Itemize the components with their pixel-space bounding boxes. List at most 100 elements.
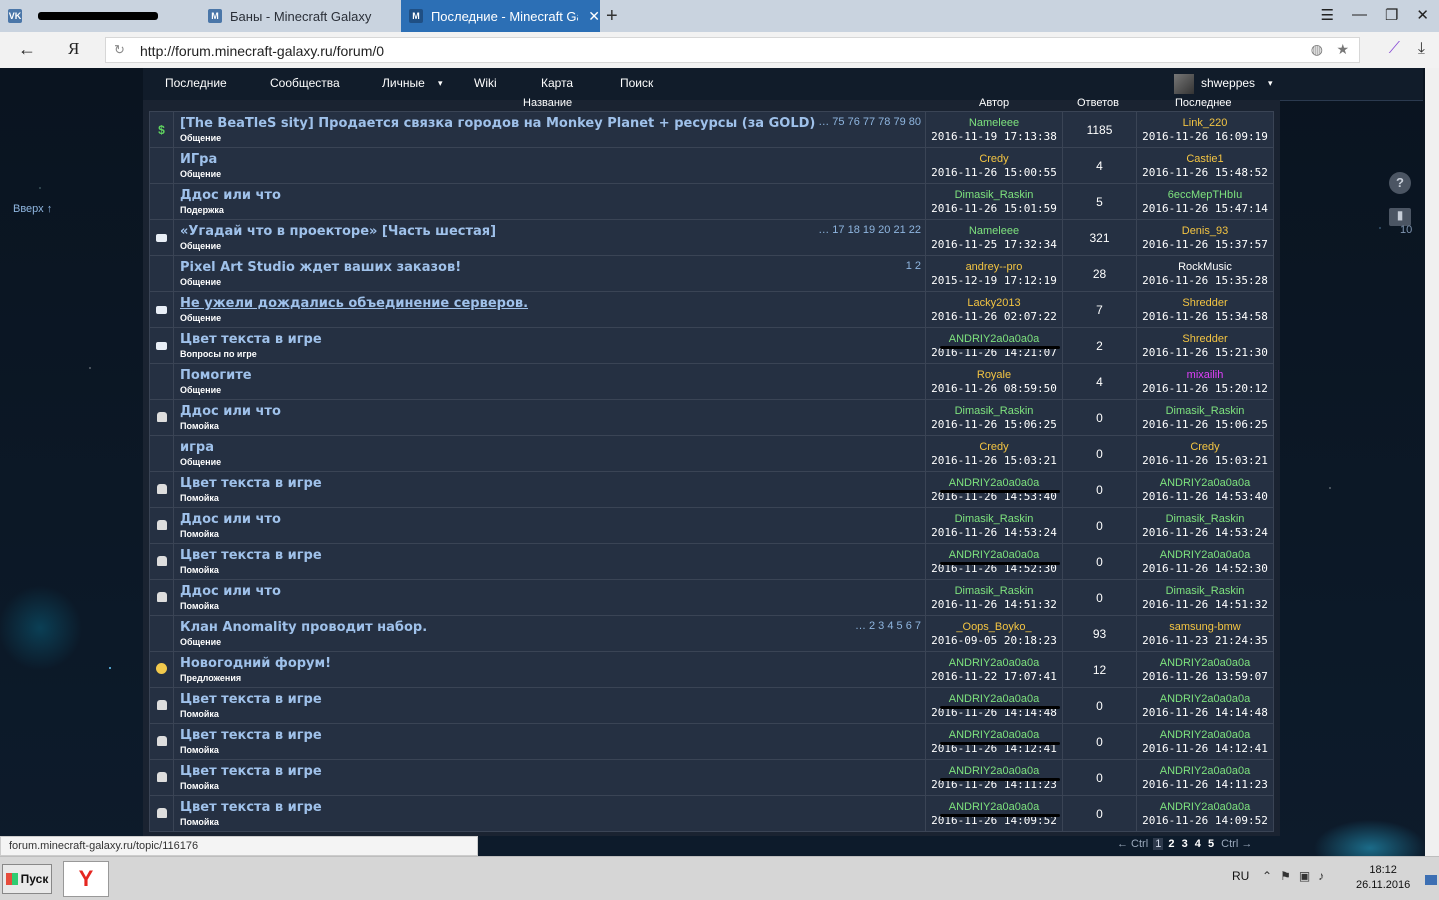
tab-recent[interactable]: M Последние - Minecraft Ga ✕ (401, 0, 600, 32)
last-post-time[interactable]: 2016-11-26 15:03:21 (1137, 454, 1273, 467)
last-post-time[interactable]: 2016-11-26 15:34:58 (1137, 310, 1273, 323)
scrollbar[interactable] (1425, 68, 1439, 856)
topic-title-link[interactable]: Цвет текста в игре (180, 332, 925, 347)
last-post-time[interactable]: 2016-11-26 14:12:41 (1137, 742, 1273, 755)
close-tab-icon[interactable]: ✕ (588, 8, 600, 25)
url-field[interactable]: ↻ http://forum.minecraft-galaxy.ru/forum… (105, 37, 1360, 63)
topic-category[interactable]: Подержка (180, 205, 925, 215)
topic-category[interactable]: Помойка (180, 421, 925, 431)
topic-category[interactable]: Помойка (180, 745, 925, 755)
topic-category[interactable]: Общение (180, 313, 925, 323)
tray-up-icon[interactable]: ⌃ (1262, 869, 1272, 883)
minimize-icon[interactable]: — (1352, 6, 1367, 24)
topic-category[interactable]: Общение (180, 133, 925, 143)
author-name[interactable]: ANDRIY2a0a0a0a (926, 657, 1062, 669)
author-name[interactable]: andrey--pro (926, 261, 1062, 273)
topic-title-link[interactable]: Цвет текста в игре (180, 728, 925, 743)
last-post-time[interactable]: 2016-11-26 15:48:52 (1137, 166, 1273, 179)
tab-vk[interactable]: VK (0, 0, 197, 32)
author-name[interactable]: ANDRIY2a0a0a0a (926, 693, 1062, 705)
last-post-time[interactable]: 2016-11-26 14:09:52 (1137, 814, 1273, 827)
last-post-time[interactable]: 2016-11-23 21:24:35 (1137, 634, 1273, 647)
nav-search[interactable]: Поиск (620, 76, 653, 90)
last-post-user[interactable]: Dimasik_Raskin (1137, 513, 1273, 525)
last-post-user[interactable]: ANDRIY2a0a0a0a (1137, 693, 1273, 705)
author-name[interactable]: Credy (926, 441, 1062, 453)
last-post-user[interactable]: ANDRIY2a0a0a0a (1137, 549, 1273, 561)
topic-pages[interactable]: … 2 3 4 5 6 7 (855, 620, 921, 632)
topic-category[interactable]: Общение (180, 637, 925, 647)
topic-category[interactable]: Помойка (180, 493, 925, 503)
topic-category[interactable]: Помойка (180, 709, 925, 719)
topic-title-link[interactable]: ИГра (180, 152, 925, 167)
author-name[interactable]: Dimasik_Raskin (926, 189, 1062, 201)
topic-title-link[interactable]: Ддос или что (180, 584, 925, 599)
author-name[interactable]: Credy (926, 153, 1062, 165)
last-post-user[interactable]: ANDRIY2a0a0a0a (1137, 729, 1273, 741)
last-post-time[interactable]: 2016-11-26 14:51:32 (1137, 598, 1273, 611)
last-post-user[interactable]: mixailih (1137, 369, 1273, 381)
topic-title-link[interactable]: Ддос или что (180, 404, 925, 419)
page-5[interactable]: 5 (1206, 838, 1216, 850)
topic-pages[interactable]: 1 2 (906, 260, 921, 272)
feather-extension-icon[interactable]: ⟋ (1389, 40, 1400, 58)
yandex-browser-taskbar-button[interactable]: Y (63, 861, 109, 897)
last-post-time[interactable]: 2016-11-26 14:53:40 (1137, 490, 1273, 503)
last-post-user[interactable]: Link_220 (1137, 117, 1273, 129)
topic-title-link[interactable]: Цвет текста в игре (180, 692, 925, 707)
language-indicator[interactable]: RU (1232, 869, 1249, 883)
author-name[interactable]: _Oops_Boyko_ (926, 621, 1062, 633)
author-name[interactable]: Dimasik_Raskin (926, 585, 1062, 597)
topic-title-link[interactable]: Цвет текста в игре (180, 548, 925, 563)
author-name[interactable]: ANDRIY2a0a0a0a (926, 549, 1062, 561)
last-post-user[interactable]: samsung-bmw (1137, 621, 1273, 633)
topic-category[interactable]: Предложения (180, 673, 925, 683)
last-post-user[interactable]: ANDRIY2a0a0a0a (1137, 657, 1273, 669)
prev-page-link[interactable]: ← Ctrl (1115, 838, 1150, 850)
page-3[interactable]: 3 (1180, 838, 1190, 850)
nav-communities[interactable]: Сообщества (270, 76, 340, 90)
last-post-user[interactable]: ANDRIY2a0a0a0a (1137, 765, 1273, 777)
last-post-user[interactable]: Dimasik_Raskin (1137, 585, 1273, 597)
topic-title-link[interactable]: Ддос или что (180, 512, 925, 527)
help-icon[interactable]: ? (1389, 172, 1411, 194)
page-2[interactable]: 2 (1166, 838, 1176, 850)
author-name[interactable]: Royale (926, 369, 1062, 381)
last-post-user[interactable]: ANDRIY2a0a0a0a (1137, 801, 1273, 813)
flag-icon[interactable]: ⚑ (1280, 869, 1291, 883)
protect-icon[interactable]: ◍ (1311, 41, 1323, 58)
yandex-home-button[interactable]: Я (68, 39, 79, 59)
user-name[interactable]: shweppes (1201, 76, 1255, 90)
topic-category[interactable]: Общение (180, 385, 925, 395)
topic-title-link[interactable]: Pixel Art Studio ждет ваших заказов! (180, 260, 925, 275)
topic-title-link[interactable]: [The BeaTleS sity] Продается связка горо… (180, 116, 925, 131)
last-post-time[interactable]: 2016-11-26 15:37:57 (1137, 238, 1273, 251)
topic-category[interactable]: Общение (180, 457, 925, 467)
topic-category[interactable]: Помойка (180, 601, 925, 611)
last-post-user[interactable]: RockMusic (1137, 261, 1273, 273)
scroll-to-top-link[interactable]: Вверх ↑ (13, 203, 52, 215)
topic-pages[interactable]: … 75 76 77 78 79 80 (818, 116, 921, 128)
network-icon[interactable]: ▣ (1299, 869, 1310, 883)
restore-icon[interactable]: ❐ (1385, 6, 1398, 24)
last-post-time[interactable]: 2016-11-26 15:21:30 (1137, 346, 1273, 359)
avatar[interactable] (1174, 74, 1194, 94)
author-name[interactable]: Lacky2013 (926, 297, 1062, 309)
volume-icon[interactable]: ♪ (1318, 869, 1324, 883)
last-post-time[interactable]: 2016-11-26 13:59:07 (1137, 670, 1273, 683)
last-post-user[interactable]: 6eccMepTHbIu (1137, 189, 1273, 201)
page-4[interactable]: 4 (1193, 838, 1203, 850)
last-post-user[interactable]: Credy (1137, 441, 1273, 453)
last-post-time[interactable]: 2016-11-26 14:53:24 (1137, 526, 1273, 539)
last-post-time[interactable]: 2016-11-26 16:09:19 (1137, 130, 1273, 143)
topic-pages[interactable]: … 17 18 19 20 21 22 (818, 224, 921, 236)
author-name[interactable]: Nameleee (926, 117, 1062, 129)
tab-bans[interactable]: M Баны - Minecraft Galaxy (200, 0, 398, 32)
topic-title-link[interactable]: Клан Anomality проводит набор. (180, 620, 925, 635)
last-post-time[interactable]: 2016-11-26 15:35:28 (1137, 274, 1273, 287)
author-name[interactable]: Dimasik_Raskin (926, 405, 1062, 417)
topic-category[interactable]: Помойка (180, 565, 925, 575)
last-post-user[interactable]: Denis_93 (1137, 225, 1273, 237)
topic-category[interactable]: Помойка (180, 817, 925, 827)
last-post-time[interactable]: 2016-11-26 14:52:30 (1137, 562, 1273, 575)
